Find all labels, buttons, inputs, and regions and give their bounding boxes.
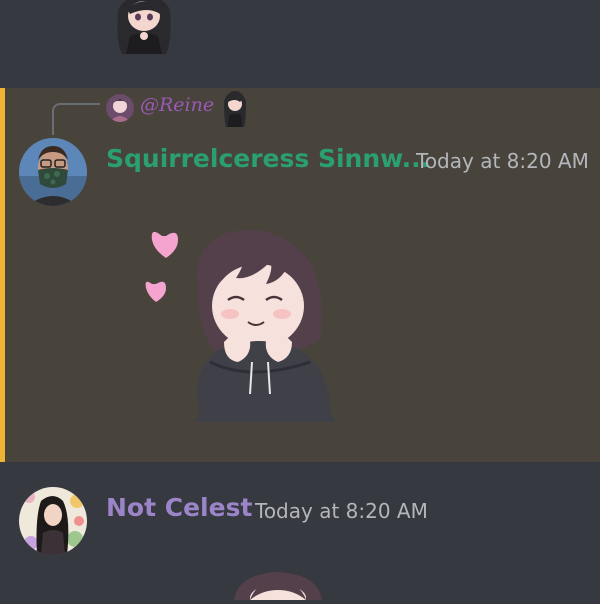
girl-sticker-partial[interactable] [228, 570, 328, 604]
anime-girl-sticker[interactable] [108, 0, 180, 60]
message-timestamp: Today at 8:20 AM [416, 149, 589, 173]
message-timestamp: Today at 8:20 AM [255, 499, 428, 523]
smiling-girl-hearts-sticker[interactable] [140, 222, 350, 432]
user-avatar[interactable] [19, 138, 87, 206]
mention-highlight-bar [0, 88, 5, 462]
reply-avatar[interactable] [106, 94, 134, 122]
reply-connector [52, 103, 100, 135]
reply-mention[interactable]: @Reine [140, 94, 214, 116]
anime-girl-mini-sticker[interactable] [220, 91, 250, 131]
message-previous [0, 0, 600, 88]
user-avatar[interactable] [19, 487, 87, 555]
author-name[interactable]: Squirrelceress Sinnw... [106, 144, 430, 173]
author-name[interactable]: Not Celest [106, 493, 252, 522]
